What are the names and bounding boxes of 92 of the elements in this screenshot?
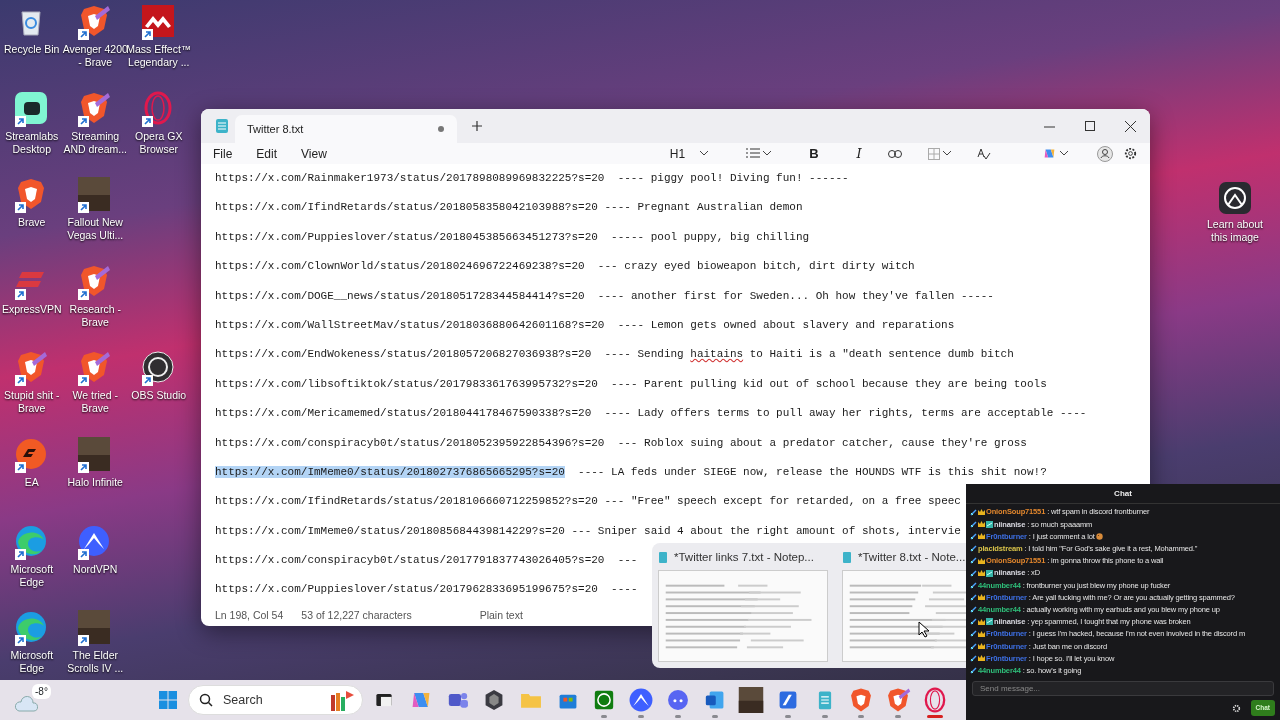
- url-text: https://x.com/Rainmaker1973/status/2017898089969832225?s=20: [215, 172, 605, 184]
- start-icon[interactable]: [158, 690, 178, 710]
- icon-label[interactable]: Research - Brave: [62, 302, 129, 329]
- url-text: https://x.com/conspiracyb0t/status/2018052395922854396?s=20: [215, 436, 605, 449]
- note-text: --- Roblox suing about a predator catcher, cause they're gross: [616, 436, 1027, 449]
- tab-title: Twitter 8.txt: [247, 121, 305, 137]
- note-text: ---- another first for Sweden... Oh how they've fallen -----: [596, 289, 994, 302]
- preview-title[interactable]: *Twitter 8.txt - Note...: [858, 549, 966, 567]
- note-text: ----: [610, 583, 638, 596]
- tile-logo-icon[interactable]: [140, 4, 175, 38]
- note-text: ---- Pregnant Australian demon: [603, 201, 803, 214]
- bold-button[interactable]: B: [802, 143, 826, 164]
- italic-button[interactable]: I: [849, 143, 869, 164]
- note-text: ---- LA feds under SIEGE now, release the HOUNDS WTF is this shit now!?: [577, 465, 1047, 478]
- notepad-icon: [658, 551, 668, 565]
- document-tab[interactable]: Twitter 8.txt: [235, 115, 457, 143]
- caret-icon: [763, 151, 772, 156]
- note-text: ---- piggy pool! Diving fun! ------: [616, 172, 849, 184]
- menu-item[interactable]: View: [301, 144, 327, 163]
- icon-label[interactable]: EA: [0, 475, 65, 489]
- caret-icon: [942, 151, 951, 156]
- mouse-pointer-icon: [918, 621, 930, 638]
- mountain-circle-icon[interactable]: [77, 523, 112, 558]
- chat-title: Chat: [966, 484, 1280, 504]
- icon-label[interactable]: The Elder Scrolls IV ...: [62, 649, 129, 676]
- note-text: ---- Lemon gets owned about slavery and reparations: [616, 318, 955, 331]
- preview-title[interactable]: *Twitter links 7.txt - Notep...: [674, 549, 814, 567]
- cursor-position: Ln 198, Col 54: [215, 607, 284, 623]
- icon-label[interactable]: ExpressVPN: [0, 302, 65, 316]
- icon-label[interactable]: Microsoft Edge: [0, 649, 65, 676]
- note-text: --- Sniper said 4 about the right amount of shots, intervie: [570, 524, 961, 537]
- icon-label[interactable]: NordVPN: [62, 562, 129, 576]
- account-icon[interactable]: [1097, 145, 1113, 162]
- unsaved-dot-icon: [437, 125, 445, 133]
- icon-label[interactable]: Brave: [0, 216, 65, 230]
- note-text: --- crazy eyed bioweapon bitch, dirt dirty witch: [596, 260, 915, 273]
- mountain-circle-icon[interactable]: [628, 687, 655, 713]
- menu-item[interactable]: Edit: [256, 144, 278, 163]
- url-text: https://x.com/IfindRetards/status/2018058358042103988?s=20: [215, 201, 598, 214]
- cover-picture[interactable]: [738, 687, 765, 713]
- menu-item[interactable]: File: [213, 144, 233, 163]
- note-text: ---: [616, 554, 638, 567]
- url-text: https://x.com/Mericamemed/status/2018044178467590338?s=20: [215, 407, 592, 420]
- icon-label[interactable]: Stupid shit - Brave: [0, 389, 65, 416]
- file-format[interactable]: Plain text: [479, 607, 523, 624]
- url-text: https://x.com/WallStreetMav/status/2018036880642601168?s=20: [215, 318, 605, 331]
- character-count: 53 of 12,227 characters: [301, 607, 412, 623]
- icon-label[interactable]: Halo Infinite: [62, 475, 129, 489]
- url-text: https://x.com/Puppieslover/status/2018045385663451273?s=20: [215, 230, 598, 243]
- message-field[interactable]: Send message...: [972, 680, 1274, 697]
- close-icon[interactable]: [1125, 120, 1136, 132]
- icon-label[interactable]: Microsoft Edge: [0, 562, 65, 589]
- url-text: https://x.com/conspiracyb0t/status/2017791837743026405?s=20: [215, 554, 605, 567]
- notepad-icon: [842, 551, 852, 565]
- caret-icon: [1060, 151, 1068, 156]
- url-text: https://x.com/DOGE__news/status/2018051728344584414?s=20: [215, 289, 585, 302]
- url-text: https://x.com/ImMeme0/status/2018027376865665295?s=20: [215, 465, 565, 478]
- note-text: ---- Lady offers terms to pull away her rights, terms are acceptable ----: [603, 407, 1087, 420]
- caret-icon: [700, 151, 709, 156]
- url-text: https://x.com/IfindRetards/status/2018106660712259852?s=20: [215, 495, 598, 508]
- url-text: https://x.com/ImMeme0/status/2018085684439814229?s=20: [215, 524, 565, 537]
- window-thumbnail[interactable]: [842, 570, 966, 663]
- settings-icon[interactable]: [1123, 146, 1138, 161]
- heading-dropdown[interactable]: H1: [650, 144, 716, 163]
- wave-circle-icon[interactable]: [13, 610, 48, 645]
- note-text: --- "Free" speech except for retarded, on a free speec: [603, 495, 961, 508]
- add-tab-icon[interactable]: [471, 120, 483, 132]
- icon-label[interactable]: Avenger 4200 - Brave: [62, 43, 129, 69]
- circle-logo-icon[interactable]: [13, 436, 48, 471]
- url-text: https://x.com/ClownWorld/status/2018024696722469238?s=20: [215, 260, 585, 273]
- icon-label[interactable]: Fallout New Vegas Ulti...: [62, 216, 129, 243]
- window-thumbnail[interactable]: [658, 570, 828, 663]
- maximize-icon[interactable]: [1085, 121, 1095, 131]
- wave-circle-icon[interactable]: [13, 523, 48, 558]
- note-text: ---- Sending haitains to Haiti is a "death sentence dumb bitch: [603, 348, 1014, 361]
- cover-picture[interactable]: [77, 610, 112, 645]
- cover-picture[interactable]: [77, 436, 112, 471]
- link-icon[interactable]: [887, 149, 902, 158]
- search-field[interactable]: Search: [221, 689, 321, 711]
- notepad-icon: [215, 118, 229, 134]
- spellcheck-icon[interactable]: [976, 147, 991, 160]
- widget-label[interactable]: Learn about this image: [1202, 218, 1268, 244]
- url-text: https://x.com/Puppieslover/status/2017962833695199675?s=20: [215, 583, 598, 596]
- note-text: ----- pool puppy, big chilling: [610, 230, 810, 243]
- search-bar[interactable]: Search: [188, 685, 363, 715]
- table-icon: [927, 147, 940, 160]
- cover-picture[interactable]: [77, 177, 112, 212]
- search-icon: [199, 693, 213, 707]
- note-text: ---- Parent pulling kid out of school because they are being tools: [610, 377, 1047, 390]
- url-text: https://x.com/EndWokeness/status/2018057206827036938?s=20: [215, 348, 592, 361]
- list-icon: [746, 148, 761, 159]
- url-text: https://x.com/libsoftiktok/status/2017983361763995732?s=20: [215, 377, 598, 390]
